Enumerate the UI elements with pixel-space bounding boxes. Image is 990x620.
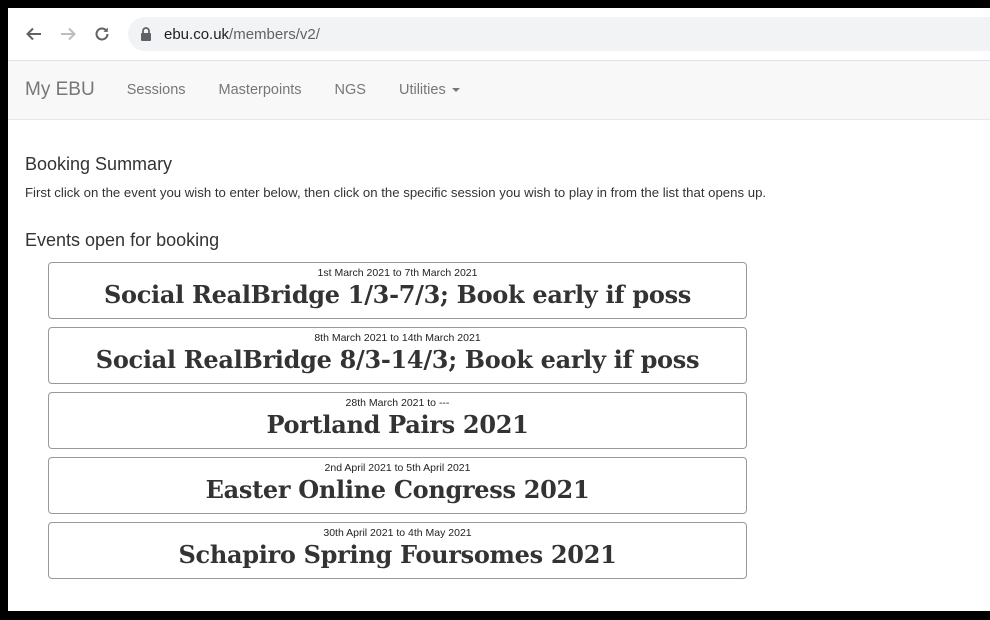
event-title: Schapiro Spring Foursomes 2021 [178, 540, 617, 569]
main-content: Booking Summary First click on the event… [8, 154, 990, 579]
forward-arrow-icon[interactable] [56, 22, 80, 46]
reload-icon[interactable] [90, 22, 114, 46]
lock-icon [140, 27, 154, 41]
instructions-text: First click on the event you wish to ent… [25, 185, 767, 200]
event-title: Portland Pairs 2021 [266, 410, 529, 439]
browser-toolbar: ebu.co.uk/members/v2/ [8, 8, 990, 61]
event-dates: 30th April 2021 to 4th May 2021 [323, 527, 472, 539]
event-item[interactable]: 1st March 2021 to 7th March 2021 Social … [48, 262, 747, 319]
url-path: /members/v2/ [229, 25, 320, 43]
nav-utilities-dropdown[interactable]: Utilities [399, 82, 460, 98]
event-dates: 28th March 2021 to --- [345, 397, 450, 409]
nav-masterpoints[interactable]: Masterpoints [219, 82, 302, 98]
nav-utilities-label: Utilities [398, 82, 446, 98]
booking-summary-heading: Booking Summary [25, 154, 173, 174]
browser-window: ebu.co.uk/members/v2/ My EBU Sessions Ma… [8, 8, 990, 611]
event-title: Social RealBridge 8/3-14/3; Book early i… [95, 345, 700, 374]
address-bar[interactable]: ebu.co.uk/members/v2/ [128, 17, 990, 51]
url-host: ebu.co.uk [164, 25, 230, 43]
nav-ngs[interactable]: NGS [335, 82, 366, 98]
event-item[interactable]: 2nd April 2021 to 5th April 2021 Easter … [48, 457, 747, 514]
nav-sessions[interactable]: Sessions [127, 82, 186, 98]
brand-link[interactable]: My EBU [25, 79, 95, 101]
event-dates: 1st March 2021 to 7th March 2021 [317, 267, 478, 279]
event-dates: 8th March 2021 to 14th March 2021 [314, 332, 481, 344]
event-dates: 2nd April 2021 to 5th April 2021 [324, 462, 471, 474]
site-navbar: My EBU Sessions Masterpoints NGS Utiliti… [8, 61, 990, 120]
event-title: Easter Online Congress 2021 [205, 475, 590, 504]
event-item[interactable]: 28th March 2021 to --- Portland Pairs 20… [48, 392, 747, 449]
caret-down-icon [451, 88, 460, 92]
event-item[interactable]: 8th March 2021 to 14th March 2021 Social… [48, 327, 747, 384]
event-item[interactable]: 30th April 2021 to 4th May 2021 Schapiro… [48, 522, 747, 579]
events-list: 1st March 2021 to 7th March 2021 Social … [48, 262, 747, 579]
back-arrow-icon[interactable] [22, 22, 46, 46]
events-heading: Events open for booking [25, 230, 220, 250]
event-title: Social RealBridge 1/3-7/3; Book early if… [104, 280, 691, 309]
